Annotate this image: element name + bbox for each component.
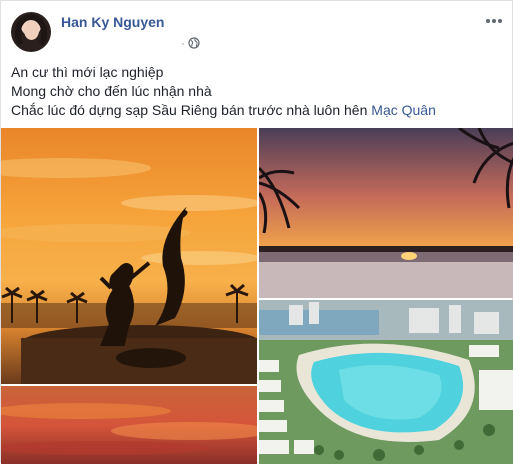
post-meta: · (181, 36, 200, 50)
globe-icon[interactable] (188, 37, 200, 49)
photo-aerial-lagoon[interactable] (259, 300, 513, 464)
post-text-line: An cư thì mới lạc nghiệp (11, 64, 164, 80)
post-text-line: Chắc lúc đó dựng sạp Sầu Riêng bán trước… (11, 101, 501, 120)
photo-mermaid-statue-sunset[interactable] (1, 128, 257, 384)
avatar[interactable] (11, 12, 51, 52)
post-text-line-content: Chắc lúc đó dựng sạp Sầu Riêng bán trước… (11, 102, 372, 118)
more-options-icon[interactable] (484, 12, 504, 30)
author-name[interactable]: Han Ky Nguyen (61, 14, 164, 30)
avatar-face (24, 21, 39, 40)
meta-separator: · (181, 36, 185, 50)
mention-link[interactable]: Mạc Quân (371, 102, 436, 118)
photo-beach-sunset[interactable] (259, 128, 513, 298)
post-text-line: Mong chờ cho đến lúc nhận nhà (11, 83, 212, 99)
photo-red-sunset-clouds[interactable] (1, 386, 257, 464)
post-text: An cư thì mới lạc nghiệp Mong chờ cho đế… (11, 63, 501, 120)
facebook-post: Han Ky Nguyen · An cư thì mới lạc nghiệp… (0, 0, 513, 464)
